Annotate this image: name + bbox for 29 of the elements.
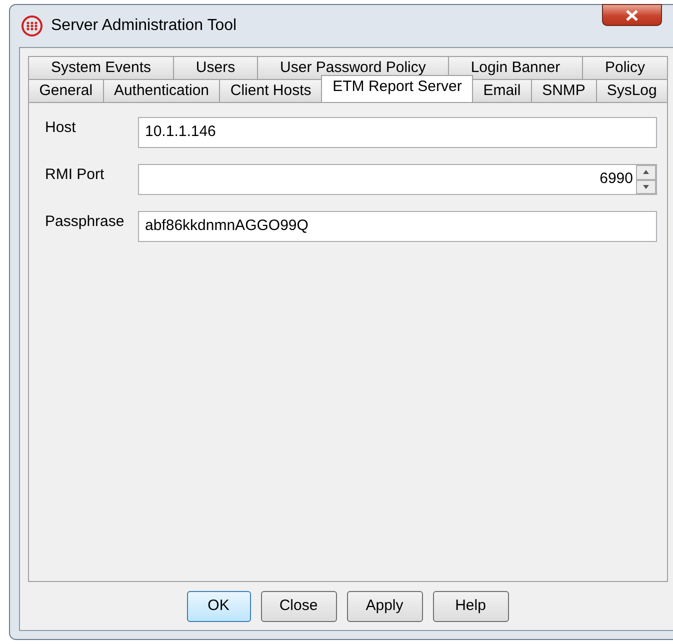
field-label: Passphrase: [44, 212, 126, 232]
dialog-button[interactable]: Help: [432, 590, 508, 622]
dialog-button[interactable]: Close: [260, 590, 336, 622]
tab[interactable]: General: [28, 79, 104, 102]
globe-icon: [21, 15, 43, 37]
down-arrow-icon: [643, 184, 649, 189]
dialog-button[interactable]: OK: [186, 590, 250, 622]
tab[interactable]: SNMP: [530, 79, 597, 102]
tab[interactable]: Authentication: [102, 79, 220, 102]
dialog-button[interactable]: Apply: [346, 590, 422, 622]
field-label: RMI Port: [44, 165, 106, 185]
tab[interactable]: Client Hosts: [219, 79, 322, 102]
up-arrow-icon: [643, 170, 649, 174]
spinner-field[interactable]: 6990: [138, 164, 657, 195]
tab[interactable]: Policy: [582, 56, 668, 79]
tab[interactable]: Login Banner: [448, 56, 584, 79]
tab[interactable]: ETM Report Server: [321, 75, 474, 102]
tab[interactable]: Users: [172, 56, 258, 79]
field-label: Host: [44, 118, 77, 138]
text-field[interactable]: abf86kkdnmnAGGO99Q: [138, 211, 657, 242]
spin-up-button[interactable]: [636, 165, 656, 180]
close-window-button[interactable]: [602, 4, 662, 26]
tab[interactable]: Email: [472, 79, 532, 102]
close-icon: [626, 10, 638, 20]
text-field[interactable]: 10.1.1.146: [138, 117, 657, 148]
tab[interactable]: System Events: [28, 56, 174, 79]
window-title: Server Administration Tool: [51, 16, 237, 36]
tab[interactable]: SysLog: [596, 79, 668, 102]
spin-down-button[interactable]: [636, 180, 656, 194]
